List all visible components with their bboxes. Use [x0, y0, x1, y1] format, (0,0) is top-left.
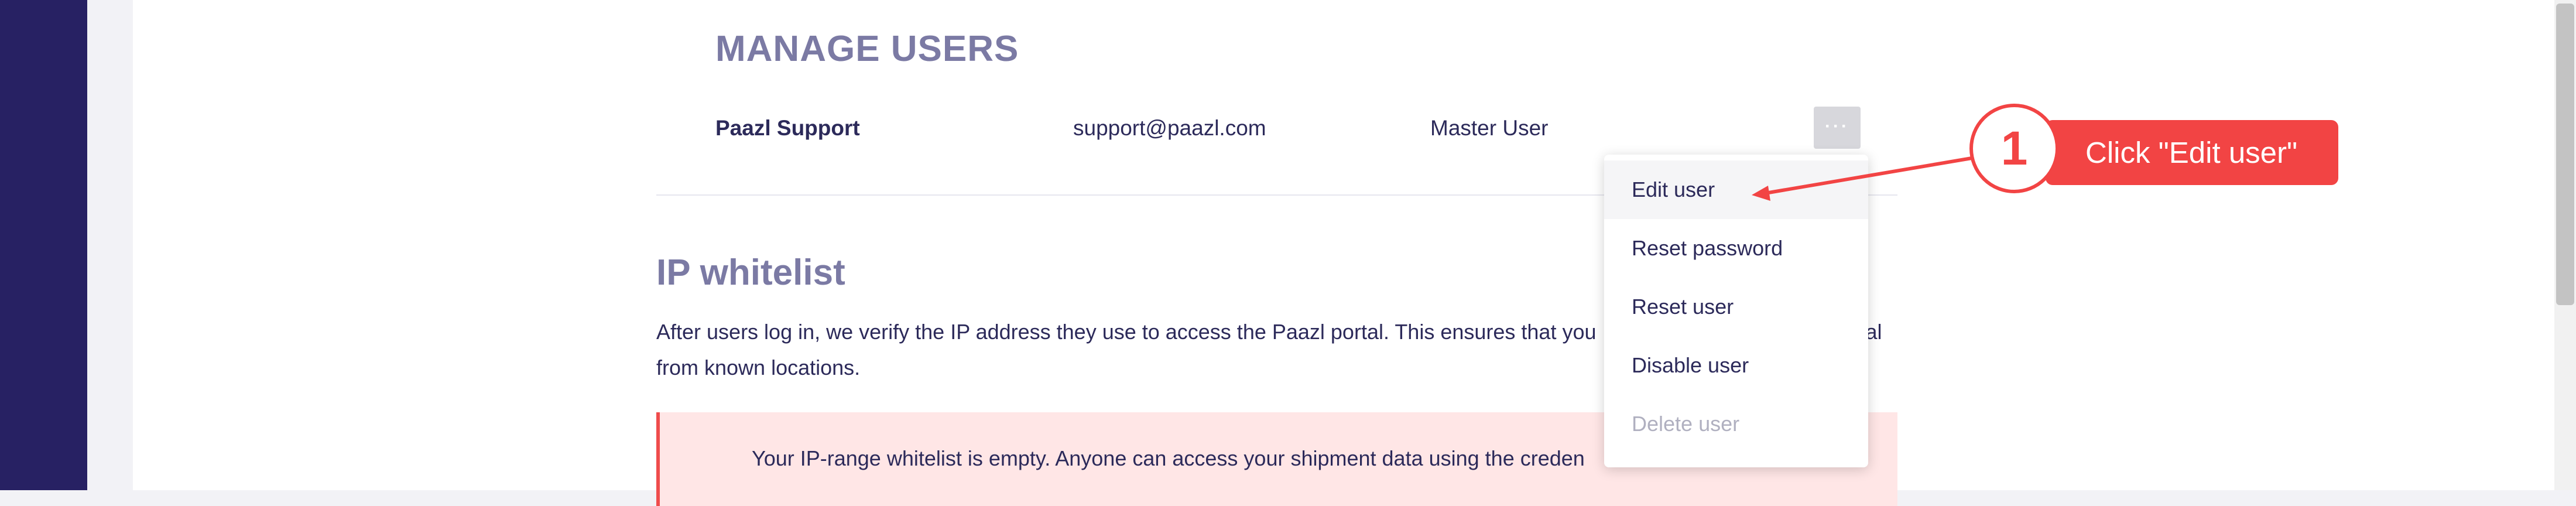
user-actions-menu: Edit user Reset password Reset user Disa…: [1604, 155, 1868, 467]
tutorial-callout-box: Click "Edit user": [2046, 120, 2338, 185]
menu-item-disable-user[interactable]: Disable user: [1604, 336, 1868, 395]
tutorial-callout-text: Click "Edit user": [2085, 136, 2298, 169]
manage-users-title: MANAGE USERS: [715, 29, 1019, 69]
step-number-badge: 1: [1969, 104, 2059, 193]
scrollbar-thumb[interactable]: [2556, 4, 2574, 305]
ip-whitelist-title: IP whitelist: [656, 252, 845, 293]
menu-item-edit-user[interactable]: Edit user: [1604, 160, 1868, 219]
page-gutter: [87, 0, 133, 490]
user-email: support@paazl.com: [1073, 116, 1266, 140]
scrollbar[interactable]: [2554, 0, 2576, 490]
ip-description-line2: from known locations.: [656, 355, 861, 380]
step-number: 1: [2000, 122, 2028, 175]
user-role: Master User: [1430, 116, 1549, 140]
sidebar: [0, 0, 87, 490]
ip-description-line1: After users log in, we verify the IP add…: [656, 320, 1597, 344]
menu-item-reset-user[interactable]: Reset user: [1604, 278, 1868, 336]
more-horizontal-icon: ···: [1825, 117, 1849, 136]
user-actions-button[interactable]: ···: [1814, 107, 1861, 149]
menu-item-delete-user: Delete user: [1632, 412, 1740, 436]
menu-item-reset-password[interactable]: Reset password: [1604, 219, 1868, 278]
user-name: Paazl Support: [715, 116, 860, 140]
